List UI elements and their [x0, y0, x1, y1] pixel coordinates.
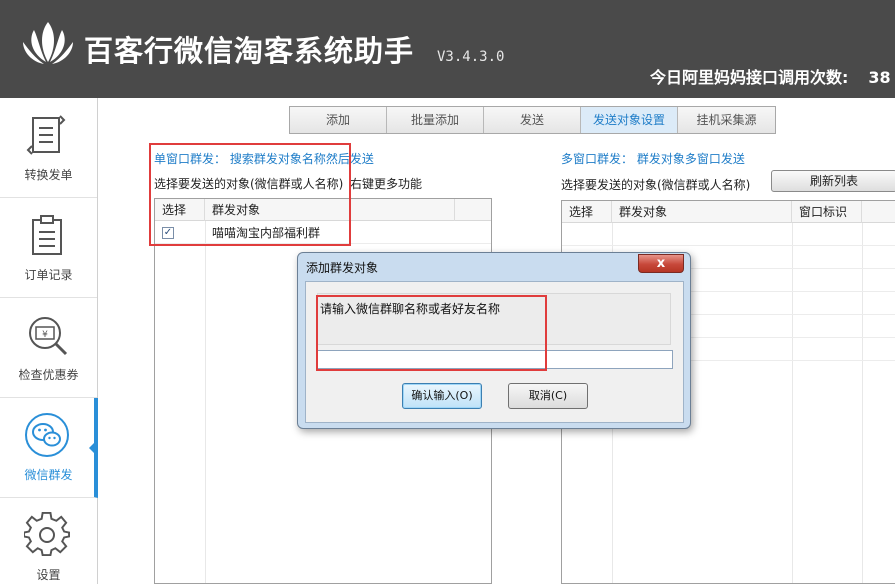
- api-count-value: 38: [868, 68, 891, 87]
- right-click-hint: 右键更多功能: [350, 177, 423, 191]
- version-label: V3.4.3.0: [437, 49, 505, 65]
- tab-add[interactable]: 添加: [290, 107, 387, 133]
- sidebar-item-label: 微信群发: [24, 468, 73, 482]
- tab-idle-collect-source[interactable]: 挂机采集源: [678, 107, 775, 133]
- clipboard-icon: [32, 215, 62, 255]
- app-title: 百客行微信淘客系统助手: [84, 34, 415, 68]
- sidebar-item-label: 设置: [36, 568, 61, 582]
- row-checkbox[interactable]: ✓: [162, 227, 174, 239]
- sidebar-item-wechat-broadcast[interactable]: 微信群发: [0, 398, 98, 498]
- target-name-input[interactable]: [317, 350, 673, 369]
- wechat-icon: [25, 413, 69, 457]
- dialog-title: 添加群发对象: [306, 261, 379, 275]
- sidebar-item-label: 订单记录: [24, 268, 73, 282]
- svg-text:¥: ¥: [42, 330, 48, 340]
- sidebar-item-orders[interactable]: 订单记录: [0, 198, 97, 298]
- refresh-list-button[interactable]: 刷新列表: [771, 170, 895, 192]
- table-header: 选择 群发对象 窗口标识: [562, 201, 895, 223]
- sidebar-item-label: 转换发单: [24, 168, 73, 182]
- tab-bar: 添加 批量添加 发送 发送对象设置 挂机采集源: [289, 106, 776, 134]
- single-window-subtitle: 选择要发送的对象(微信群或人名称): [154, 177, 344, 191]
- row-target-name: 喵喵淘宝内部福利群: [212, 226, 321, 240]
- tab-send[interactable]: 发送: [484, 107, 581, 133]
- add-target-dialog: 添加群发对象 x 请输入微信群聊名称或者好友名称 确认输入(O) 取消(C): [297, 252, 691, 429]
- active-indicator-caret: [89, 442, 95, 454]
- sidebar: 转换发单 订单记录 ¥ 检查优惠券 微信群发 设置: [0, 98, 98, 584]
- table-row[interactable]: ✓ 喵喵淘宝内部福利群: [155, 222, 491, 244]
- sidebar-item-convert[interactable]: 转换发单: [0, 98, 97, 198]
- confirm-input-button[interactable]: 确认输入(O): [402, 383, 482, 409]
- tab-send-target-settings[interactable]: 发送对象设置: [581, 107, 678, 133]
- column-header-target[interactable]: 群发对象: [612, 201, 792, 223]
- app-header: 百客行微信淘客系统助手 V3.4.3.0 今日阿里妈妈接口调用次数: 38: [0, 0, 895, 98]
- convert-document-icon: [26, 115, 66, 155]
- column-header-window-id[interactable]: 窗口标识: [792, 201, 862, 223]
- cancel-button[interactable]: 取消(C): [508, 383, 588, 409]
- sidebar-item-coupons[interactable]: ¥ 检查优惠券: [0, 298, 97, 398]
- sidebar-item-label: 检查优惠券: [18, 368, 79, 382]
- table-row: [562, 224, 895, 246]
- single-window-title: 单窗口群发： 搜索群发对象名称然后发送: [154, 152, 374, 166]
- multi-window-title: 多窗口群发： 群发对象多窗口发送: [561, 152, 745, 166]
- api-call-counter: 今日阿里妈妈接口调用次数: 38: [650, 64, 891, 88]
- close-icon: x: [656, 256, 666, 271]
- lotus-logo-icon: [23, 22, 73, 64]
- table-header: 选择 群发对象: [155, 199, 491, 221]
- sidebar-item-settings[interactable]: 设置: [0, 498, 97, 584]
- dialog-close-button[interactable]: x: [638, 254, 684, 273]
- coupon-search-icon: ¥: [29, 317, 68, 356]
- multi-window-subtitle: 选择要发送的对象(微信群或人名称): [561, 178, 751, 192]
- api-count-label: 今日阿里妈妈接口调用次数:: [650, 68, 849, 87]
- column-header-target[interactable]: 群发对象: [205, 199, 455, 221]
- tab-batch-add[interactable]: 批量添加: [387, 107, 484, 133]
- gear-icon: [24, 512, 70, 557]
- dialog-prompt-text: 请输入微信群聊名称或者好友名称: [320, 302, 501, 316]
- column-header-select[interactable]: 选择: [562, 201, 612, 223]
- column-divider: [205, 221, 206, 583]
- dialog-body: 请输入微信群聊名称或者好友名称 确认输入(O) 取消(C): [305, 281, 684, 423]
- column-header-select[interactable]: 选择: [155, 199, 205, 221]
